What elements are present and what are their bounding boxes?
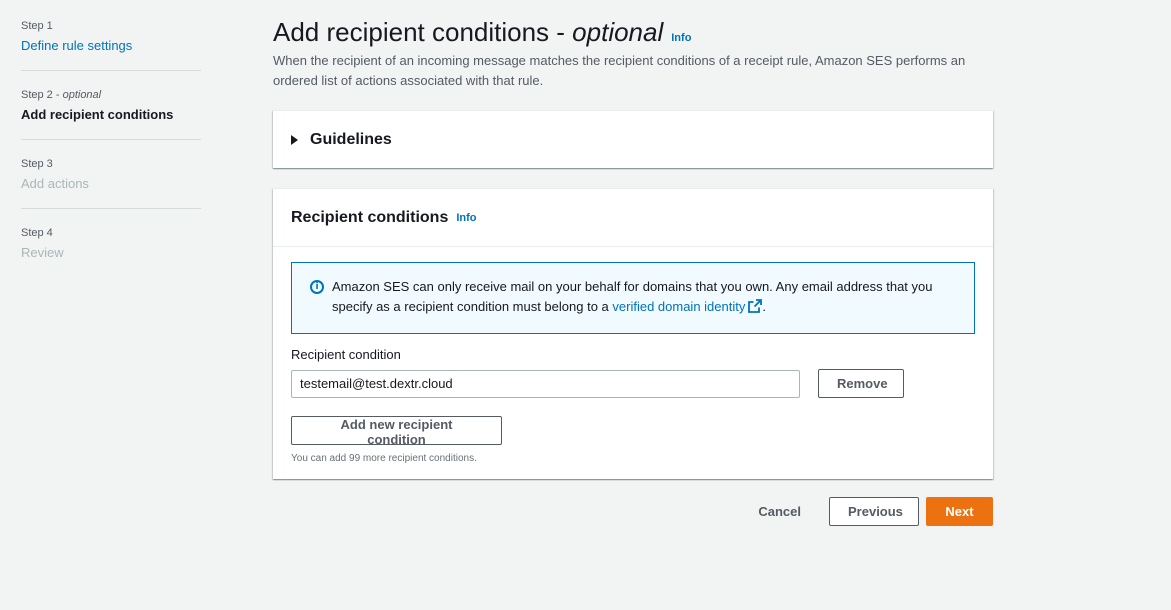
recipient-condition-hint: You can add 99 more recipient conditions… (291, 453, 477, 464)
step-4: Step 4 Review (21, 225, 201, 277)
step-3: Step 3 Add actions (21, 156, 201, 209)
step-3-number: Step 3 (21, 158, 53, 170)
remove-button[interactable]: Remove (818, 369, 904, 398)
recipient-conditions-header: Recipient conditions Info (273, 189, 993, 247)
recipient-conditions-title: Recipient conditions (291, 208, 449, 226)
recipient-condition-input[interactable] (291, 369, 800, 398)
page-header: Add recipient conditions - optional Info (273, 15, 993, 49)
info-alert: i Amazon SES can only receive mail on yo… (291, 262, 975, 334)
add-new-recipient-condition-button[interactable]: Add new recipient condition (291, 416, 502, 447)
step-2-title: Add recipient conditions (21, 107, 174, 122)
recipient-conditions-info-link[interactable]: Info (456, 212, 476, 224)
info-circle-icon: i (310, 280, 324, 294)
verified-domain-identity-link[interactable]: verified domain identity (612, 299, 745, 314)
step-3-title: Add actions (21, 176, 89, 191)
previous-button[interactable]: Previous (829, 497, 919, 526)
main-content: Add recipient conditions - optional Info… (273, 15, 993, 526)
next-button[interactable]: Next (926, 497, 993, 526)
step-1: Step 1 Define rule settings (21, 18, 201, 71)
page-info-link[interactable]: Info (671, 32, 691, 44)
wizard-steps-nav: Step 1 Define rule settings Step 2 - opt… (21, 18, 201, 293)
step-1-number: Step 1 (21, 20, 53, 32)
recipient-conditions-panel: Recipient conditions Info i Amazon SES c… (273, 188, 993, 479)
guidelines-title: Guidelines (310, 130, 392, 148)
step-1-link[interactable]: Define rule settings (21, 36, 201, 56)
recipient-condition-label: Recipient condition (291, 347, 401, 362)
info-alert-text: Amazon SES can only receive mail on your… (332, 279, 933, 314)
guidelines-expander[interactable]: Guidelines (273, 110, 993, 168)
wizard-actions: Cancel Previous Next (758, 497, 993, 526)
step-4-title: Review (21, 245, 64, 260)
page-title: Add recipient conditions - optional (273, 17, 664, 47)
recipient-conditions-body: i Amazon SES can only receive mail on yo… (273, 247, 993, 464)
step-4-number: Step 4 (21, 227, 53, 239)
step-2-number: Step 2 - optional (21, 89, 102, 101)
cancel-button[interactable]: Cancel (758, 504, 801, 519)
external-link-icon (748, 299, 763, 313)
step-2: Step 2 - optional Add recipient conditio… (21, 87, 201, 140)
page-description: When the recipient of an incoming messag… (273, 53, 966, 88)
recipient-condition-row: Remove (291, 369, 975, 398)
caret-right-icon (291, 134, 298, 145)
